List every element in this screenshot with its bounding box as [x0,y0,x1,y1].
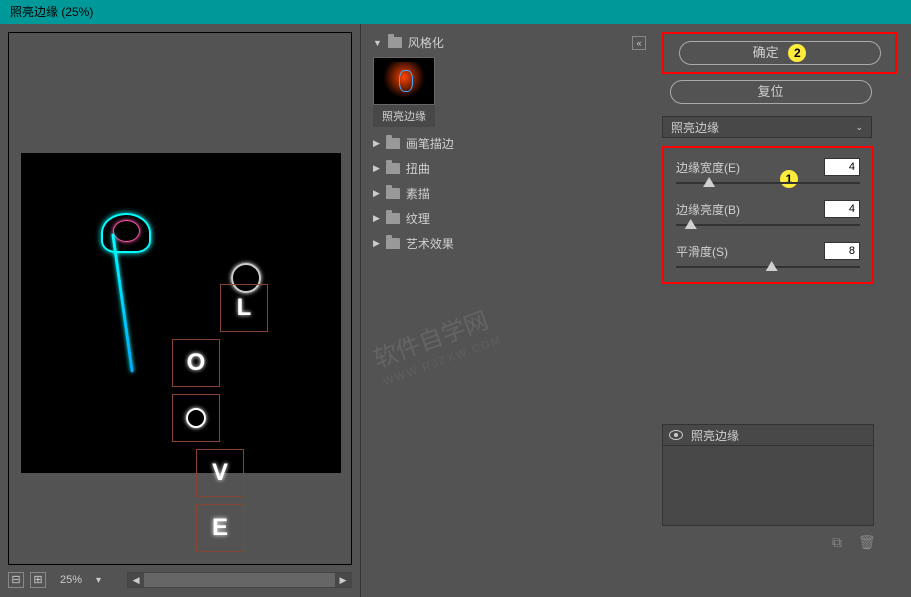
annotation-badge-1: 1 [780,170,798,188]
tri-right-icon: ▶ [373,238,380,249]
param-smoothness: 平滑度(S) [676,242,860,268]
scroll-left-button[interactable]: ◀ [128,573,144,587]
slider-thumb-icon[interactable] [685,219,697,229]
folder-icon [386,238,400,249]
tri-right-icon: ▶ [373,213,380,224]
ok-highlight-box: 确定 2 [662,32,897,74]
zoom-out-button[interactable]: ⊟ [8,572,24,588]
preview-viewport[interactable]: L O VE [8,32,352,565]
folder-icon [386,163,400,174]
filter-category-label: 素描 [406,185,430,202]
applied-effects-list: 照亮边缘 [662,424,874,526]
tri-right-icon: ▶ [373,163,380,174]
folder-icon [388,37,402,48]
param-edge-brightness: 边缘亮度(B) [676,200,860,226]
horizontal-scrollbar[interactable]: ◀ ▶ [127,572,352,588]
filter-category-label: 扭曲 [406,160,430,177]
params-highlight-box: 1 边缘宽度(E) 边缘亮度(B) [662,146,874,284]
effect-list-item[interactable]: 照亮边缘 [662,424,874,446]
filter-category-label: 画笔描边 [406,135,454,152]
filter-category-artistic[interactable]: ▶ 艺术效果 [365,231,626,256]
preview-panel: L O VE ⊟ ⊞ 25% ▾ ◀ ▶ [0,24,360,597]
trash-icon[interactable]: 🗑 [858,534,874,550]
param-label: 边缘亮度(B) [676,201,740,218]
filter-category-label: 纹理 [406,210,430,227]
param-label: 平滑度(S) [676,243,728,260]
edge-width-input[interactable] [824,158,860,176]
filter-category-texture[interactable]: ▶ 纹理 [365,206,626,231]
filter-category-stylize[interactable]: ▼ 风格化 [365,30,626,53]
tri-right-icon: ▶ [373,138,380,149]
collapse-panel-button[interactable]: « [632,36,646,50]
folder-icon [386,138,400,149]
zoom-in-button[interactable]: ⊞ [30,572,46,588]
filter-select-label: 照亮边缘 [671,119,719,136]
window-title: 照亮边缘 (25%) [10,5,93,19]
main-area: L O VE ⊟ ⊞ 25% ▾ ◀ ▶ ▼ 风格化 [0,24,911,597]
smoothness-input[interactable] [824,242,860,260]
edge-brightness-slider[interactable] [676,224,860,226]
slider-thumb-icon[interactable] [766,261,778,271]
filter-thumb-glowing-edges[interactable]: 照亮边缘 [373,57,435,127]
visibility-eye-icon[interactable] [669,430,683,440]
effect-item-label: 照亮边缘 [691,427,739,444]
filter-select-dropdown[interactable]: 照亮边缘 ⌄ [662,116,872,138]
filter-category-distort[interactable]: ▶ 扭曲 [365,156,626,181]
edge-width-slider[interactable] [676,182,860,184]
tri-right-icon: ▶ [373,188,380,199]
smoothness-slider[interactable] [676,266,860,268]
folder-icon [386,188,400,199]
new-effect-layer-icon[interactable]: ⧉ [832,534,848,550]
reset-button-label: 复位 [757,84,783,99]
window-titlebar: 照亮边缘 (25%) [0,0,911,24]
filter-category-label: 艺术效果 [406,235,454,252]
edge-brightness-input[interactable] [824,200,860,218]
zoom-level-display: 25% [52,574,90,586]
filter-category-brush-strokes[interactable]: ▶ 画笔描边 [365,131,626,156]
folder-icon [386,213,400,224]
param-label: 边缘宽度(E) [676,159,740,176]
effects-footer-icons: ⧉ 🗑 [662,534,874,550]
chevron-down-icon: ⌄ [855,122,863,133]
filter-category-sketch[interactable]: ▶ 素描 [365,181,626,206]
slider-thumb-icon[interactable] [703,177,715,187]
param-edge-width: 边缘宽度(E) [676,158,860,184]
preview-image: L O VE [21,153,341,473]
tri-down-icon: ▼ [373,38,382,48]
filter-thumb-label: 照亮边缘 [373,105,435,127]
reset-button[interactable]: 复位 [670,80,872,104]
effect-list-empty-area [662,446,874,526]
settings-panel: « 确定 2 复位 照亮边缘 ⌄ 1 边缘宽度(E) [630,24,911,597]
scroll-right-button[interactable]: ▶ [335,573,351,587]
ok-button[interactable]: 确定 2 [679,41,881,65]
zoom-dropdown-icon[interactable]: ▾ [96,575,101,586]
annotation-badge-2: 2 [788,44,806,62]
filter-category-label: 风格化 [408,34,444,51]
ok-button-label: 确定 [753,45,779,60]
filter-thumb-row: 照亮边缘 [365,53,626,131]
filter-gallery-panel: ▼ 风格化 照亮边缘 ▶ 画笔描边 ▶ 扭曲 ▶ 素描 ▶ [360,24,630,597]
preview-footer: ⊟ ⊞ 25% ▾ ◀ ▶ [8,565,352,589]
